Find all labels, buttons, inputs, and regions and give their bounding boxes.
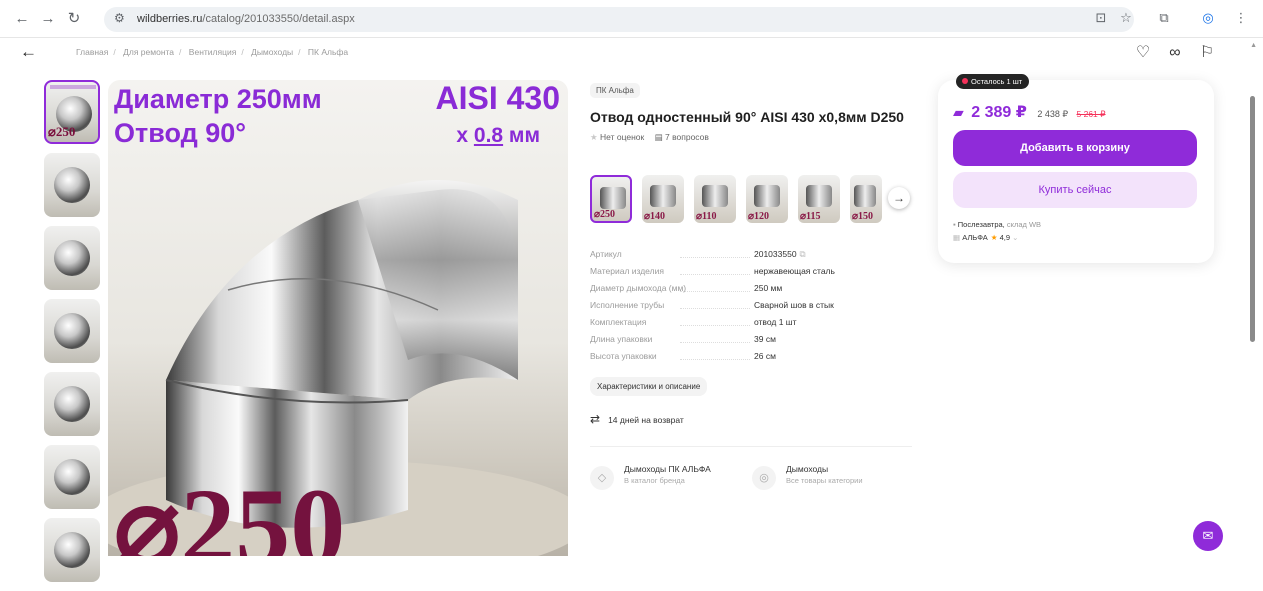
heart-icon[interactable]: ♡ [1132,42,1154,62]
image-caption-big-diameter: ⌀250 [114,466,346,556]
breadcrumb-item[interactable]: Дымоходы [251,47,293,57]
extensions-icon[interactable]: ⧉ [1155,10,1173,26]
site-settings-icon[interactable]: ⚙ [114,11,125,25]
star-icon[interactable]: ☆ [1117,10,1135,26]
reload-icon[interactable]: ↻ [64,9,84,29]
spec-row: Исполнение трубы Сварной шов в стык [590,300,834,310]
category-icon: ◎ [752,466,776,490]
return-icon: ⇄ [590,412,601,426]
spec-row: Материал изделия нержавеющая сталь [590,266,835,276]
questions-link[interactable]: 7 вопросов [665,132,709,142]
rating-text[interactable]: Нет оценок [600,132,644,142]
breadcrumb-item[interactable]: Вентиляция [189,47,237,57]
thumbnail-strip: ⌀250 [44,80,100,591]
variant-thumb[interactable]: ⌀150 [850,175,882,223]
image-caption-diameter: Диаметр 250мм [114,84,322,114]
scroll-up-arrow-icon[interactable]: ▲ [1250,42,1257,49]
thumbnail[interactable]: ⌀250 [44,80,100,144]
buy-box: Осталось 1 шт ▰ 2 389 ₽ 2 438 ₽ 5 261 ₽ … [938,74,1214,263]
thumbnail[interactable] [44,518,100,582]
old-price: 5 261 ₽ [1076,109,1106,119]
stock-badge: Осталось 1 шт [956,74,1030,89]
feedback-icon[interactable]: ⚐ [1196,42,1218,62]
thumbnail[interactable] [44,445,100,509]
wallet-icon: ▰ [953,104,964,120]
thumbnail[interactable] [44,372,100,436]
page-scrollbar[interactable] [1250,96,1255,342]
image-caption-steel: AISI 430 [435,80,560,116]
variant-gallery: ⌀250 ⌀140 ⌀110 ⌀120 ⌀115 ⌀150 → [590,175,920,223]
chat-button-icon[interactable]: ✉ [1193,521,1223,551]
product-title: Отвод одностенный 90° AISI 430 х0,8мм D2… [590,109,904,125]
chevron-down-icon: ⌄ [1012,233,1019,242]
breadcrumb-item[interactable]: Для ремонта [123,47,174,57]
rating-row: ★ Нет оценок ▤ 7 вопросов [590,132,920,143]
buy-now-button[interactable]: Купить сейчас [953,172,1197,208]
brand-chip[interactable]: ПК Альфа [590,83,640,98]
copy-icon[interactable]: ⧉ [800,249,806,259]
spec-row: Артикул 201033550 ⧉ [590,249,806,259]
variant-thumb[interactable]: ⌀250 [590,175,632,223]
characteristics-button[interactable]: Характеристики и описание [590,377,708,396]
address-bar[interactable]: ⚙ wildberries.ru/catalog/201033550/detai… [104,7,1134,32]
gallery-next-arrow-icon[interactable]: → [888,187,910,209]
regular-price: 2 438 ₽ [1037,109,1069,119]
product-info: ПК Альфа Отвод одностенный 90° AISI 430 … [590,80,920,490]
price-block: ▰ 2 389 ₽ 2 438 ₽ 5 261 ₽ [953,102,1106,122]
divider [590,446,912,447]
breadcrumb-item[interactable]: Главная [76,47,108,57]
return-policy[interactable]: ⇄ 14 дней на возврат [590,412,684,426]
star-icon: ★ [590,132,598,142]
variant-thumb[interactable]: ⌀120 [746,175,788,223]
spec-row: Комплектация отвод 1 шт [590,317,797,327]
seller-info[interactable]: ▦ АЛЬФА ★ 4,9 ⌄ [953,233,1018,242]
main-product-image[interactable]: Диаметр 250мм Отвод 90° AISI 430 х 0.8 м… [108,80,568,556]
back-icon[interactable]: ← [20,42,37,62]
breadcrumb-item[interactable]: ПК Альфа [308,47,348,57]
variant-thumb[interactable]: ⌀110 [694,175,736,223]
add-to-cart-button[interactable]: Добавить в корзину [953,130,1197,166]
tag-icon: ◇ [590,466,614,490]
url-text[interactable]: wildberries.ru/catalog/201033550/detail.… [137,13,355,25]
thumbnail[interactable] [44,226,100,290]
variant-thumb[interactable]: ⌀115 [798,175,840,223]
rating-star-icon: ★ [990,233,998,242]
browser-toolbar: ← → ↻ ⚙ wildberries.ru/catalog/201033550… [0,0,1263,38]
forward-arrow-icon[interactable]: → [38,9,58,29]
delivery-info: ▪ Послезавтра, склад WB [953,220,1042,229]
thumbnail[interactable] [44,299,100,363]
thumbnail[interactable] [44,153,100,217]
specs-table: Артикул 201033550 ⧉ Материал изделия нержав… [590,247,920,366]
profile-icon[interactable]: ◎ [1199,10,1217,26]
image-caption-angle: Отвод 90° [114,118,247,148]
spec-row: Диаметр дымохода (мм) 250 мм [590,283,783,293]
store-icon: ▦ [953,233,961,242]
variant-thumb[interactable]: ⌀140 [642,175,684,223]
share-link-icon[interactable]: ∞ [1164,44,1186,62]
wallet-price: 2 389 ₽ [971,104,1027,121]
questions-icon: ▤ [654,132,663,142]
spec-row: Высота упаковки 26 см [590,351,776,361]
product-actions: ♡ ∞ ⚐ [1122,42,1218,62]
image-caption-thickness: х 0.8 мм [456,124,540,147]
menu-icon[interactable]: ⋮ [1232,10,1250,26]
install-icon[interactable]: ⊡ [1092,10,1110,26]
delivery-icon: ▪ [953,220,956,229]
back-arrow-icon[interactable]: ← [12,9,32,29]
spec-row: Длина упаковки 39 см [590,334,776,344]
